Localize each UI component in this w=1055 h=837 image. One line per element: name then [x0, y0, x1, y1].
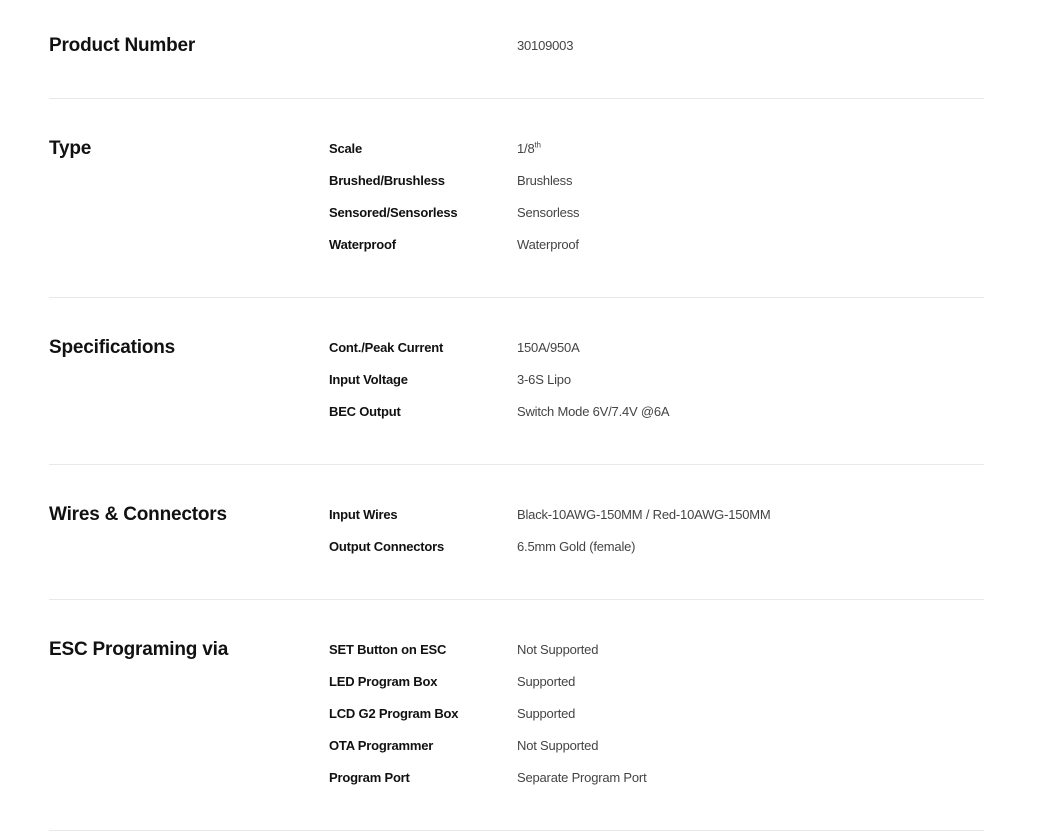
section-heading: Type [49, 138, 92, 159]
spec-value-text: Separate Program Port [517, 770, 647, 785]
spec-value: Sensorless [517, 197, 580, 229]
product-number-value: 30109003 [517, 38, 574, 53]
spec-value-text: Sensorless [517, 205, 580, 220]
section-heading: Wires & Connectors [49, 504, 227, 525]
spec-label: Brushed/Brushless [329, 173, 445, 188]
section-product-number: Product Number 30109003 [49, 0, 984, 99]
spec-value: Supported [517, 666, 575, 698]
spec-label: OTA Programmer [329, 738, 434, 753]
spec-row: Program Port Separate Program Port [329, 762, 984, 794]
spec-label: LED Program Box [329, 674, 438, 689]
spec-label: SET Button on ESC [329, 642, 447, 657]
spec-row: Waterproof Waterproof [329, 229, 984, 261]
spec-value-text: 150A/950A [517, 340, 580, 355]
spec-label: Input Voltage [329, 372, 408, 387]
spec-value-text: Not Supported [517, 738, 599, 753]
spec-value-text: 1/8 [517, 141, 535, 156]
spec-row: Sensored/Sensorless Sensorless [329, 197, 984, 229]
spec-label: Cont./Peak Current [329, 340, 444, 355]
spec-label: Input Wires [329, 507, 398, 522]
spec-value: 3-6S Lipo [517, 364, 571, 396]
spec-value-text: Supported [517, 674, 576, 689]
spec-row: Input Wires Black-10AWG-150MM / Red-10AW… [329, 499, 984, 531]
spec-value-text: Waterproof [517, 237, 579, 252]
spec-value: Brushless [517, 165, 572, 197]
section-heading: Specifications [49, 337, 176, 358]
spec-row: LCD G2 Program Box Supported [329, 698, 984, 730]
spec-value-superscript: th [534, 140, 541, 150]
section-wires-connectors: Wires & Connectors Input Wires Black-10A… [49, 465, 984, 600]
spec-row: Input Voltage 3-6S Lipo [329, 364, 984, 396]
spec-value: Switch Mode 6V/7.4V @6A [517, 396, 670, 428]
spec-value: Supported [517, 698, 575, 730]
spec-value-text: Switch Mode 6V/7.4V @6A [517, 404, 670, 419]
spec-label: Program Port [329, 770, 410, 785]
spec-value-text: 3-6S Lipo [517, 372, 571, 387]
spec-value-text: Supported [517, 706, 576, 721]
spec-label: Waterproof [329, 237, 396, 252]
spec-row: BEC Output Switch Mode 6V/7.4V @6A [329, 396, 984, 428]
section-heading: Product Number [49, 35, 196, 56]
spec-row: Cont./Peak Current 150A/950A [329, 332, 984, 364]
spec-label: Sensored/Sensorless [329, 205, 458, 220]
section-type: Type Scale 1/8th Brushed/Brushless Brush… [49, 99, 984, 298]
spec-row: LED Program Box Supported [329, 666, 984, 698]
spec-row: OTA Programmer Not Supported [329, 730, 984, 762]
section-heading: ESC Programing via [49, 639, 229, 660]
spec-value-text: Not Supported [517, 642, 599, 657]
spec-value-text: 6.5mm Gold (female) [517, 539, 636, 554]
spec-value-text: Brushless [517, 173, 573, 188]
spec-row: Output Connectors 6.5mm Gold (female) [329, 531, 984, 563]
spec-value: 1/8th [517, 133, 541, 165]
spec-row: Scale 1/8th [329, 133, 984, 165]
spec-value-text: Black-10AWG-150MM / Red-10AWG-150MM [517, 507, 771, 522]
spec-value: 150A/950A [517, 332, 580, 364]
spec-row: Brushed/Brushless Brushless [329, 165, 984, 197]
section-esc-programing-via: ESC Programing via SET Button on ESC Not… [49, 600, 984, 831]
spec-value: Not Supported [517, 730, 598, 762]
spec-value: Waterproof [517, 229, 579, 261]
spec-value: Black-10AWG-150MM / Red-10AWG-150MM [517, 499, 771, 531]
spec-value: 6.5mm Gold (female) [517, 531, 635, 563]
spec-table: Product Number 30109003 Type Scale 1/8th… [49, 0, 984, 831]
spec-label: Scale [329, 141, 362, 156]
spec-label: Output Connectors [329, 539, 445, 554]
spec-value: Separate Program Port [517, 762, 647, 794]
spec-row: SET Button on ESC Not Supported [329, 634, 984, 666]
spec-label: BEC Output [329, 404, 401, 419]
spec-value: Not Supported [517, 634, 598, 666]
spec-row: 30109003 [329, 30, 984, 62]
section-specifications: Specifications Cont./Peak Current 150A/9… [49, 298, 984, 465]
spec-label: LCD G2 Program Box [329, 706, 459, 721]
